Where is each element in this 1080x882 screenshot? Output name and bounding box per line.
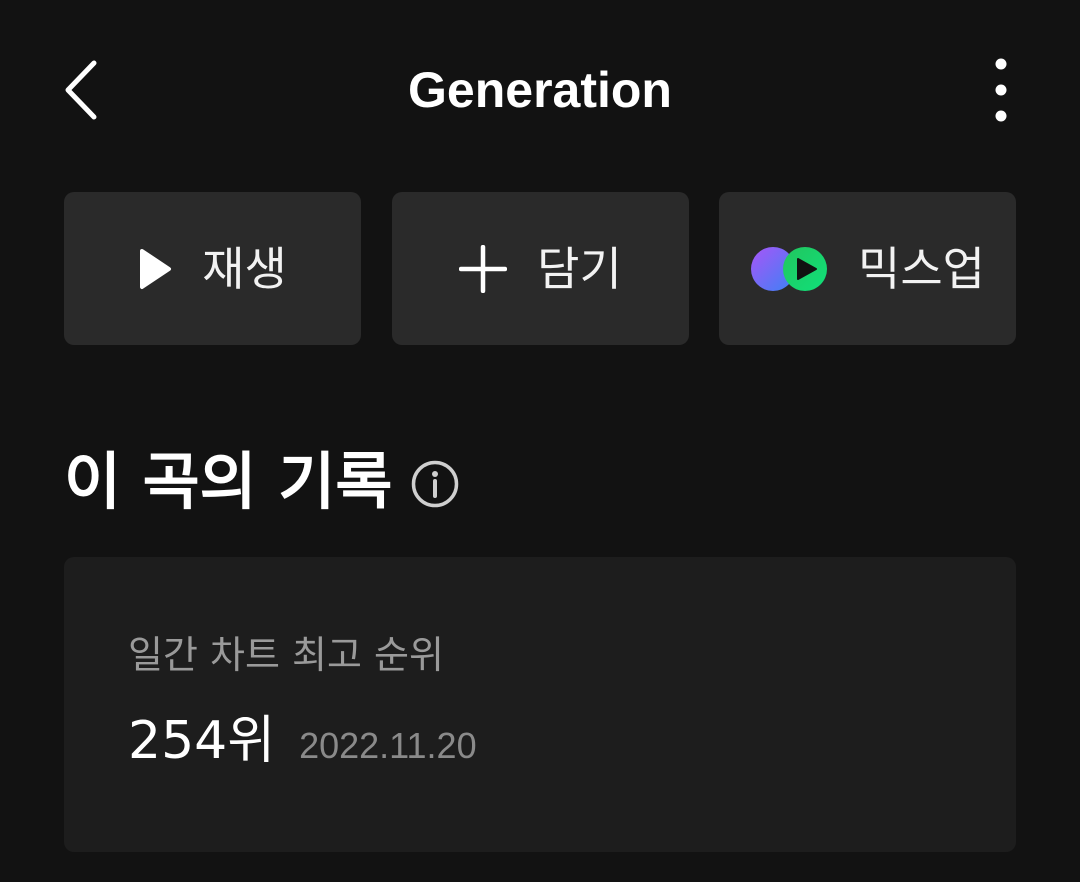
song-record-section-header: 이 곡의 기록 — [64, 444, 460, 520]
info-icon — [412, 460, 459, 508]
section-title: 이 곡의 기록 — [64, 445, 393, 518]
play-button[interactable]: 재생 — [64, 192, 361, 345]
mixup-label: 믹스업 — [858, 241, 985, 296]
peak-rank: 254위 — [128, 711, 276, 771]
mixup-logo-icon — [750, 245, 828, 293]
chart-record-card: 일간 차트 최고 순위 254위 2022.11.20 — [64, 557, 1016, 852]
more-vertical-icon — [995, 58, 1007, 122]
mixup-button[interactable]: 믹스업 — [719, 192, 1016, 345]
add-label: 담기 — [537, 241, 622, 296]
chevron-left-icon — [65, 60, 97, 120]
info-button[interactable] — [410, 459, 460, 509]
add-to-playlist-button[interactable]: 담기 — [392, 192, 689, 345]
daily-chart-peak-label: 일간 차트 최고 순위 — [128, 633, 444, 677]
record-value-row: 254위 2022.11.20 — [128, 709, 477, 773]
play-label: 재생 — [202, 241, 287, 296]
more-options-button[interactable] — [976, 52, 1026, 128]
app-header: Generation — [0, 0, 1080, 180]
play-icon — [138, 248, 172, 290]
back-button[interactable] — [52, 52, 112, 128]
page-title: Generation — [408, 62, 672, 118]
plus-icon — [459, 244, 508, 293]
peak-date: 2022.11.20 — [299, 725, 477, 766]
